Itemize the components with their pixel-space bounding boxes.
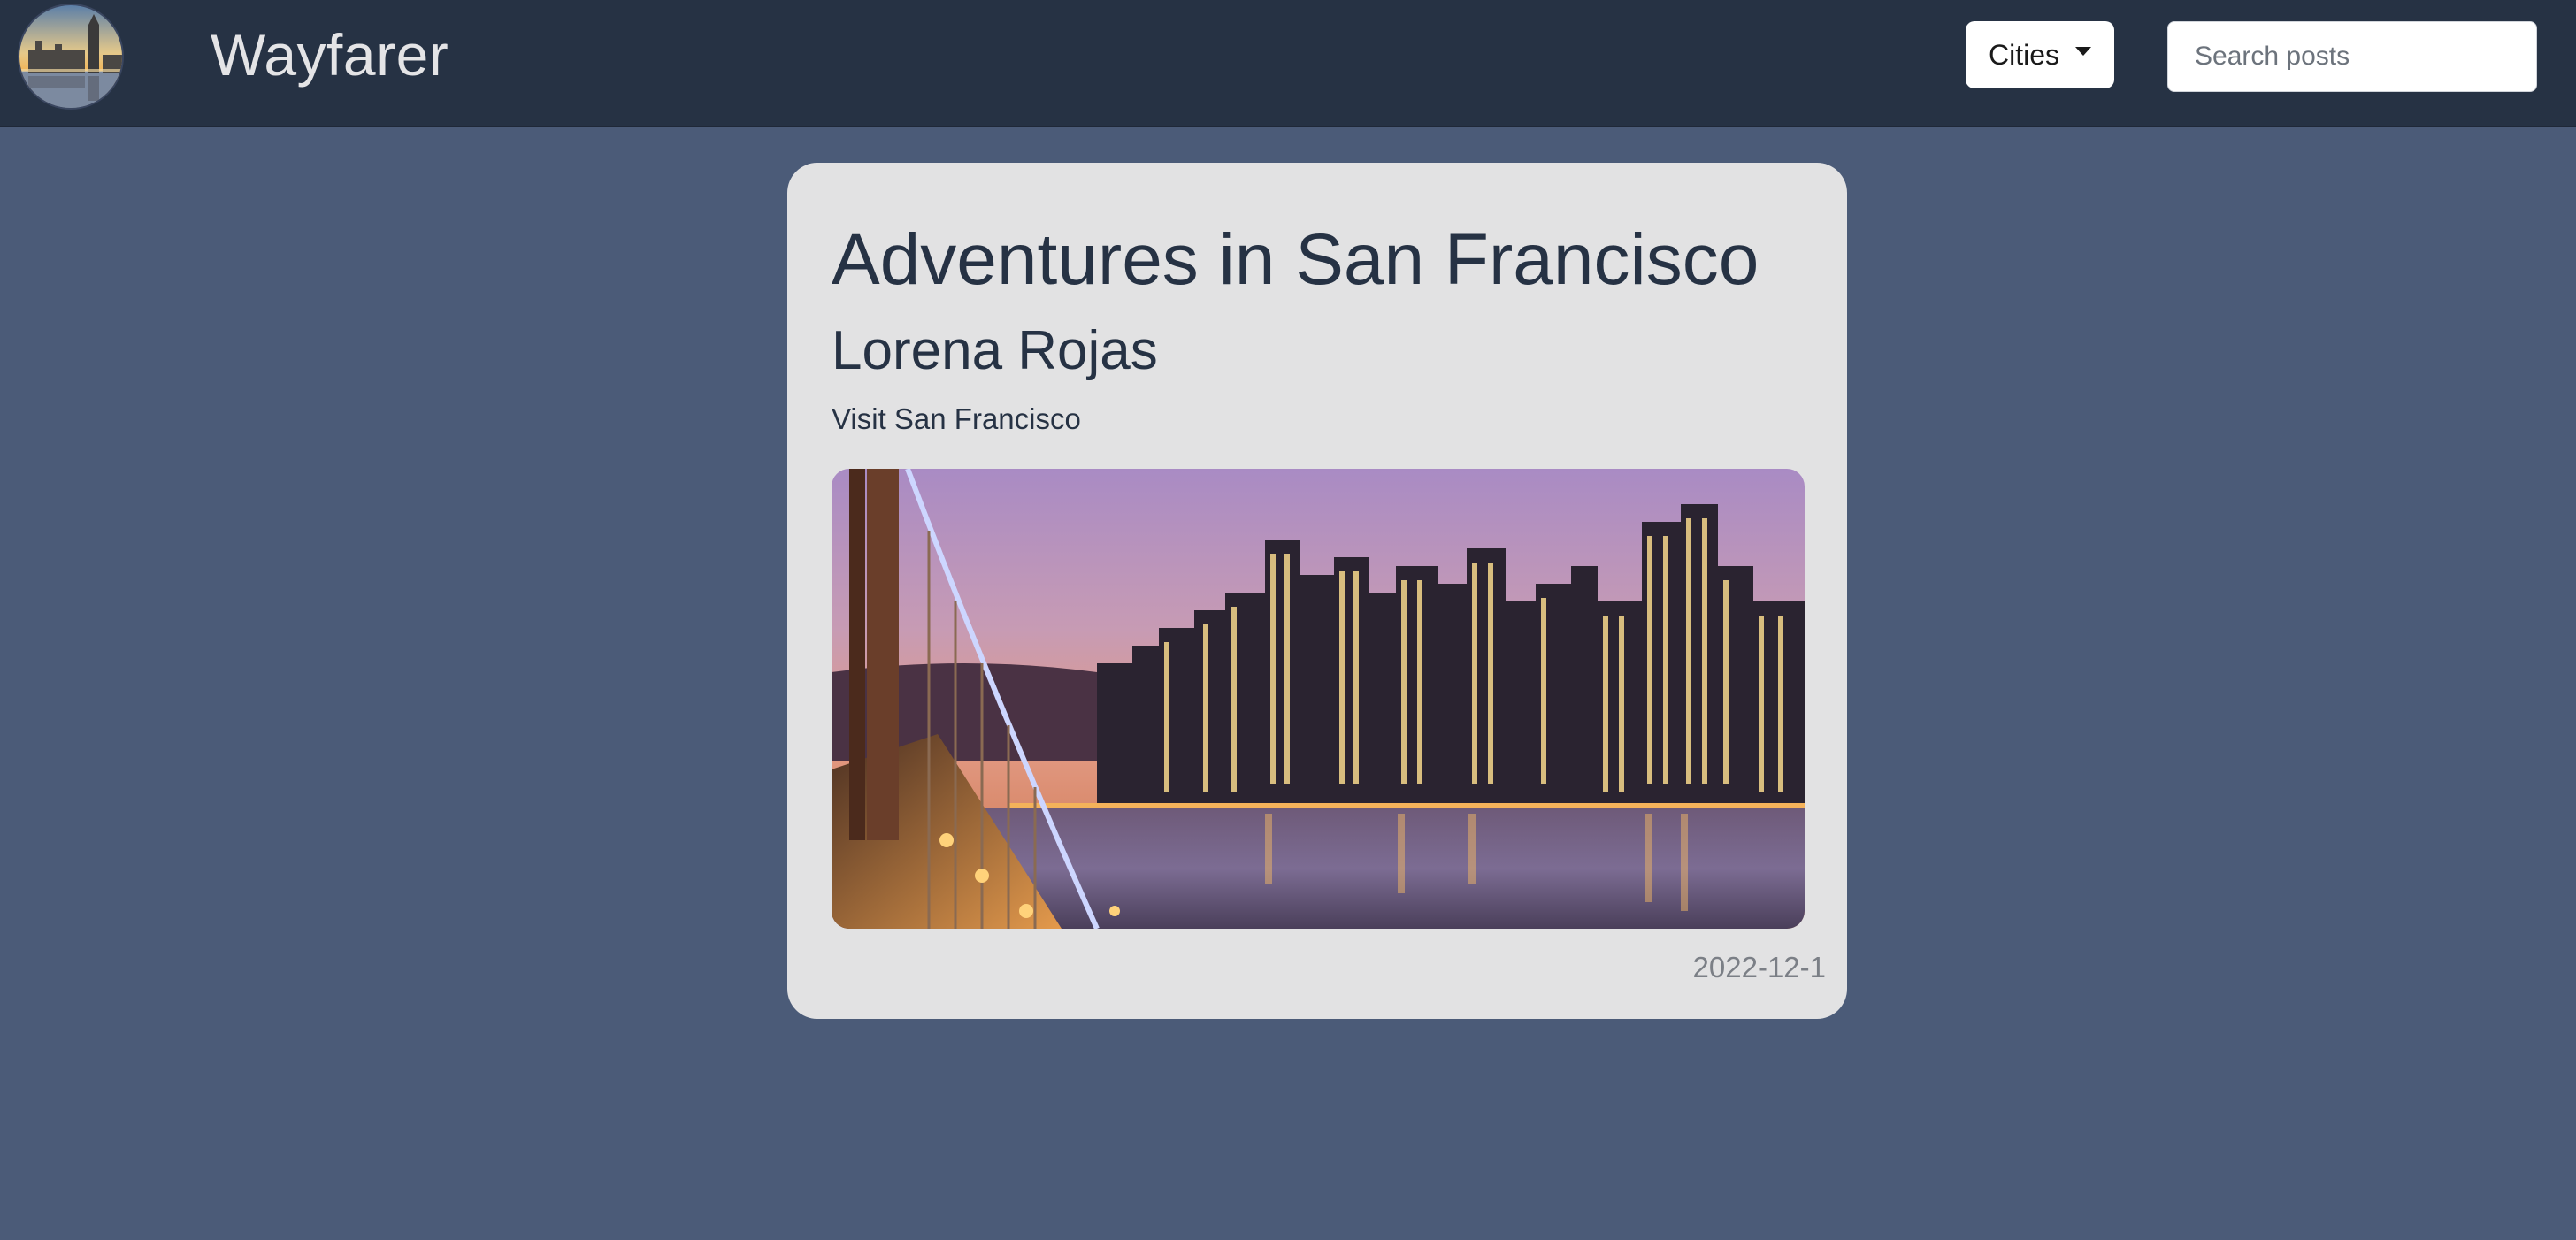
post-subtitle: Visit San Francisco (832, 402, 1081, 435)
post-date: 2022-12-1 (1692, 951, 1826, 984)
post-image-illustration (832, 469, 1805, 929)
post-title: Adventures in San Francisco (832, 219, 1760, 300)
cities-dropdown-label: Cities (1989, 38, 2060, 71)
search-input[interactable] (2167, 21, 2537, 92)
brand-title[interactable]: Wayfarer (211, 19, 448, 90)
cities-dropdown-button[interactable]: Cities (1966, 21, 2114, 88)
san-francisco-skyline-photo (832, 469, 1805, 929)
navbar: Wayfarer Cities (0, 0, 2576, 127)
logo-image (19, 5, 122, 108)
city-skyline-logo[interactable] (18, 4, 124, 110)
post-author: Lorena Rojas (832, 320, 1158, 381)
chevron-down-icon (2075, 47, 2092, 56)
